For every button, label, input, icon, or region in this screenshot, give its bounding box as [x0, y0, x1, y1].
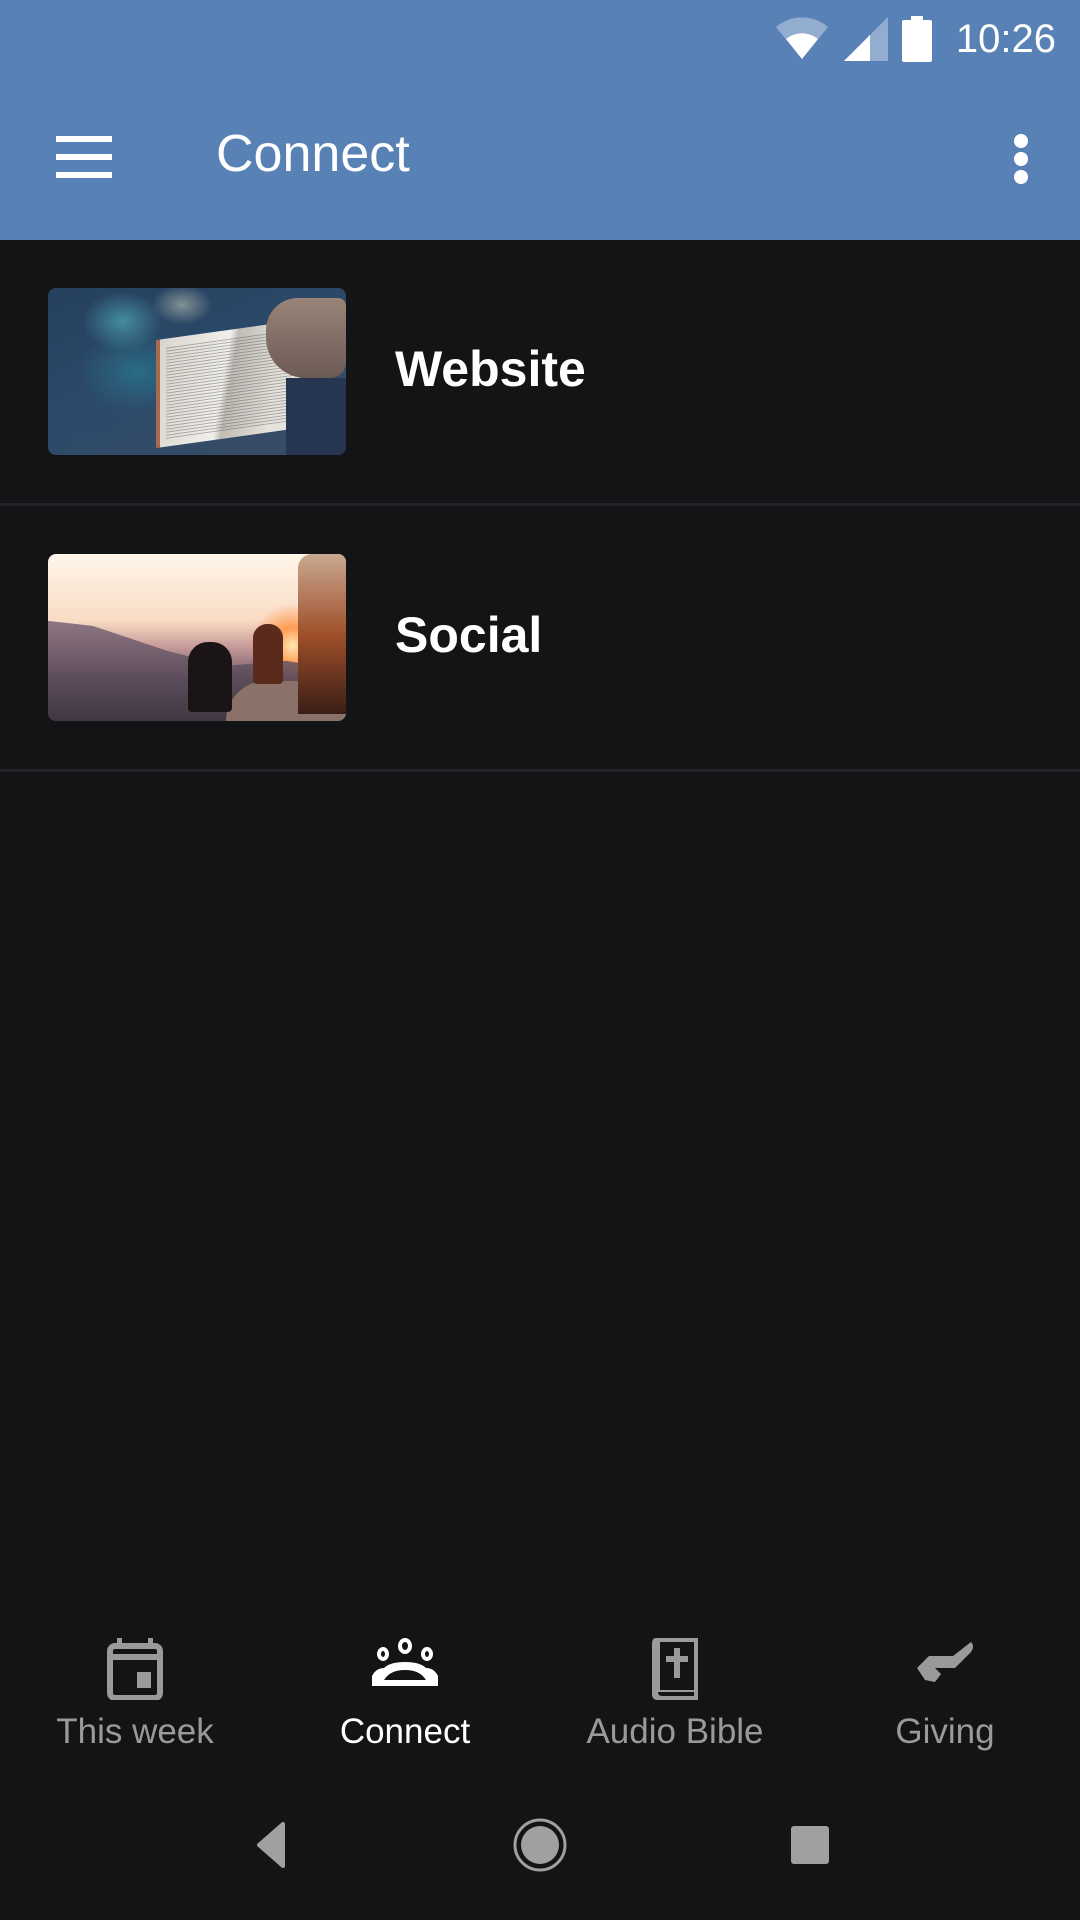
calendar-icon	[107, 1638, 163, 1700]
app-bar: Connect	[0, 78, 1080, 240]
tab-label: This week	[56, 1712, 214, 1751]
clock: 10:26	[955, 16, 1056, 61]
tab-audio-bible[interactable]: Audio Bible	[540, 1620, 810, 1770]
social-thumbnail	[48, 554, 346, 721]
tab-label: Connect	[339, 1712, 471, 1751]
tab-label: Audio Bible	[586, 1712, 764, 1751]
list-item-label: Social	[395, 607, 543, 663]
list-item-website[interactable]: Website	[0, 240, 1080, 506]
wifi-icon	[775, 17, 828, 59]
connect-list: Website Social	[0, 240, 1080, 772]
list-item-social[interactable]: Social	[0, 506, 1080, 772]
home-icon[interactable]	[505, 1810, 575, 1880]
giving-hand-icon	[917, 1642, 973, 1682]
cell-signal-icon	[843, 17, 888, 61]
system-navigation-bar	[0, 1770, 1080, 1920]
tab-this-week[interactable]: This week	[0, 1620, 270, 1770]
page-title: Connect	[216, 125, 410, 183]
list-item-label: Website	[395, 341, 586, 397]
recents-icon[interactable]	[775, 1810, 845, 1880]
bible-icon	[652, 1638, 698, 1700]
tab-connect[interactable]: Connect	[270, 1620, 540, 1770]
status-bar: 10:26	[0, 0, 1080, 78]
bottom-navigation: This week Connect Audio Bible Giving	[0, 1620, 1080, 1770]
group-icon	[372, 1638, 438, 1686]
tab-label: Giving	[895, 1712, 995, 1751]
back-icon[interactable]	[235, 1810, 305, 1880]
tab-giving[interactable]: Giving	[810, 1620, 1080, 1770]
more-vert-icon[interactable]	[996, 122, 1046, 192]
website-thumbnail	[48, 288, 346, 455]
hamburger-menu-icon[interactable]	[44, 128, 124, 188]
battery-icon	[901, 16, 932, 62]
